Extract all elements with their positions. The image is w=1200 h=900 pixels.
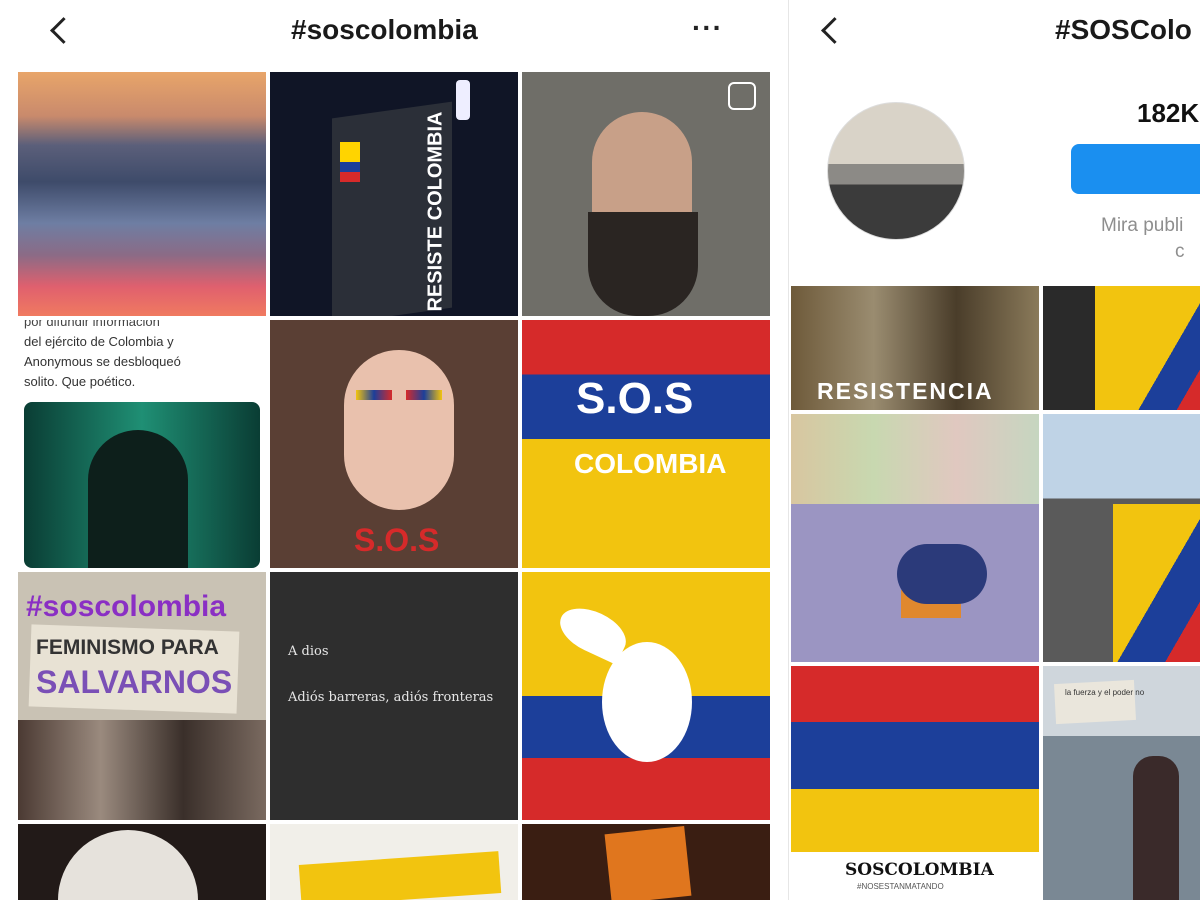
post-tile-peace-dove-flag[interactable] <box>522 572 770 820</box>
post-tile-sos-colombia-flag[interactable]: S.O.S COLOMBIA <box>522 320 770 568</box>
hashtag-avatar <box>827 102 965 240</box>
post-tile-soscolombia-flag[interactable]: SOSCOLOMBIA #NOSESTANMATANDO <box>791 666 1039 900</box>
right-top-bar: #SOSColo <box>789 0 1200 64</box>
post-tile-resistencia-painting[interactable]: RESISTENCIA <box>791 286 1039 410</box>
post-tile-feminismo-sign[interactable]: #soscolombia FEMINISMO PARA SALVARNOS <box>18 572 266 820</box>
eye-paint <box>406 390 442 400</box>
page-title: #soscolombia <box>291 14 478 45</box>
protest-sign <box>1054 679 1136 725</box>
tower-light <box>456 80 470 120</box>
tweet-line: del ejército de Colombia y <box>24 334 174 349</box>
post-tile-partial[interactable] <box>270 824 518 900</box>
page-title: #SOSColo <box>1055 14 1192 45</box>
orange-shape <box>604 826 692 900</box>
hood-shape <box>88 430 188 568</box>
post-tile-resiste-colombia-building[interactable]: RESISTE COLOMBIA <box>270 72 518 316</box>
yellow-stroke <box>298 851 502 900</box>
colombia-text: COLOMBIA <box>574 448 727 479</box>
post-text-line: Adiós barreras, adiós fronteras <box>288 690 494 705</box>
post-text-line: A dios <box>288 644 329 659</box>
post-tile-partial[interactable] <box>18 824 266 900</box>
post-tile-bearded-man[interactable] <box>522 72 770 316</box>
tweet-line: por difundir información <box>24 320 160 329</box>
back-arrow-icon[interactable] <box>811 12 851 52</box>
igtv-icon <box>728 82 756 110</box>
post-tile-protester-flag[interactable] <box>1043 414 1200 662</box>
head-shape <box>58 830 198 900</box>
post-tile-anonymous-tweet[interactable]: por difundir información del ejército de… <box>18 320 266 568</box>
more-options-icon[interactable]: ··· <box>692 14 723 42</box>
left-hashtag-screen: #soscolombia ··· RESISTE COLOMBIA por di… <box>0 0 788 900</box>
post-count: 182K <box>1137 98 1200 128</box>
right-hashtag-screen: #SOSColo 182K Mira publi c RESISTENCIA S… <box>788 0 1200 900</box>
caption-title: SOSCOLOMBIA <box>845 860 994 880</box>
see-posts-text: c <box>1175 241 1185 262</box>
sos-body-text: S.O.S <box>354 522 440 558</box>
post-tile-adios-text[interactable]: A dios Adiós barreras, adiós fronteras <box>270 572 518 820</box>
eye-paint <box>356 390 392 400</box>
flag-shape <box>1095 286 1200 410</box>
sign-text: la fuerza y el poder no <box>1065 688 1145 697</box>
face-shape <box>344 350 454 510</box>
sign-text: SALVARNOS <box>36 664 233 700</box>
flag-icon <box>340 142 360 182</box>
flag-shape <box>1113 504 1200 662</box>
see-posts-text: Mira publi <box>1101 215 1184 236</box>
sos-text: S.O.S <box>576 374 694 423</box>
resistencia-text: RESISTENCIA <box>817 378 994 404</box>
legs-shape <box>791 414 1039 504</box>
anonymous-image <box>24 402 260 568</box>
person-shape <box>1133 756 1179 900</box>
sign-text: FEMINISMO PARA <box>36 636 219 659</box>
crowd-shape <box>18 720 266 820</box>
figure-shape <box>897 544 987 604</box>
post-tile-sunset-clouds[interactable] <box>18 72 266 316</box>
post-tile-flag-person[interactable] <box>1043 286 1200 410</box>
left-top-bar: #soscolombia ··· <box>0 0 788 64</box>
back-arrow-icon[interactable] <box>40 12 80 52</box>
flag-shape <box>791 666 1039 852</box>
beard-shape <box>588 212 698 316</box>
post-tile-partial[interactable] <box>522 824 770 900</box>
post-tile-face-paint[interactable]: S.O.S <box>270 320 518 568</box>
resiste-colombia-text: RESISTE COLOMBIA <box>424 111 447 312</box>
tweet-line: Anonymous se desbloqueó <box>24 354 181 369</box>
follow-button[interactable] <box>1071 144 1200 194</box>
hashtag-overlay: #soscolombia <box>26 590 227 623</box>
post-tile-swing-cartoon[interactable] <box>791 414 1039 662</box>
caption-hashtag: #NOSESTANMATANDO <box>857 882 944 891</box>
tweet-line: solito. Que poético. <box>24 374 136 389</box>
post-tile-street-protest[interactable]: la fuerza y el poder no <box>1043 666 1200 900</box>
